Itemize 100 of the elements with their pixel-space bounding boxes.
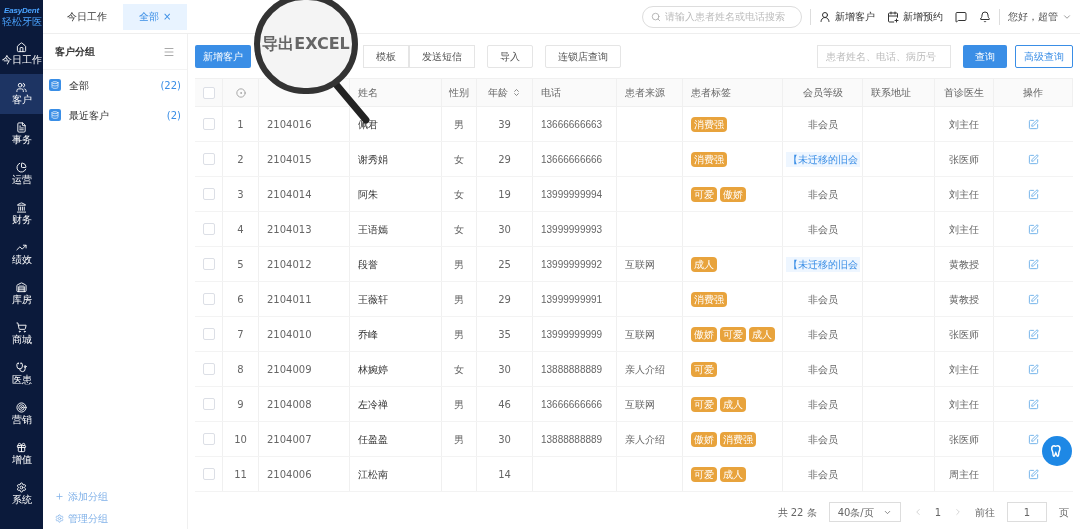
table-cell: 任盈盈 bbox=[350, 422, 442, 456]
toolbar-button[interactable]: 模板 bbox=[363, 44, 409, 68]
checkbox[interactable] bbox=[202, 398, 215, 410]
nav-item[interactable]: 商城 bbox=[0, 314, 43, 354]
edit-icon[interactable] bbox=[1028, 293, 1039, 305]
advanced-query-button[interactable]: 高级查询 bbox=[1015, 44, 1073, 68]
table-cell: 13999999992 bbox=[533, 247, 617, 281]
edit-icon[interactable] bbox=[1028, 118, 1039, 130]
table-cell: 6 bbox=[223, 282, 259, 316]
search-icon bbox=[651, 11, 661, 22]
table-cell: 阿朱 bbox=[350, 177, 442, 211]
tag: 可爱 bbox=[691, 396, 717, 412]
edit-icon[interactable] bbox=[1028, 398, 1039, 410]
edit-icon[interactable] bbox=[1028, 153, 1039, 165]
edit-icon[interactable] bbox=[1028, 258, 1039, 270]
database-icon bbox=[49, 79, 61, 91]
nav-icon bbox=[16, 121, 27, 133]
sort-icon[interactable] bbox=[512, 88, 521, 97]
nav-item[interactable]: 今日工作 bbox=[0, 34, 43, 74]
table-cell: 张医师 bbox=[935, 422, 994, 456]
tag: 消费强 bbox=[691, 291, 727, 307]
table-cell: 王薇轩 bbox=[350, 282, 442, 316]
goto-field[interactable]: 1 bbox=[1007, 502, 1047, 522]
nav-icon bbox=[16, 441, 27, 453]
checkbox[interactable] bbox=[202, 153, 215, 165]
edit-icon[interactable] bbox=[1028, 328, 1039, 340]
checkbox[interactable] bbox=[202, 86, 215, 99]
edit-icon[interactable] bbox=[1028, 188, 1039, 200]
current-page[interactable]: 1 bbox=[934, 504, 941, 520]
table-cell: 13999999994 bbox=[533, 177, 617, 211]
nav-icon bbox=[16, 81, 27, 93]
table-cell: 25 bbox=[477, 247, 533, 281]
table-cell: 13999999999 bbox=[533, 317, 617, 351]
table-cell: 13888888889 bbox=[533, 422, 617, 456]
user-greeting[interactable]: 您好，超管 bbox=[1008, 9, 1058, 24]
nav-item[interactable]: 医患 bbox=[0, 354, 43, 394]
total-count: 共 22 条 bbox=[777, 505, 817, 520]
tag: 可爱 bbox=[691, 186, 717, 202]
checkbox[interactable] bbox=[202, 223, 215, 235]
edit-icon[interactable] bbox=[1028, 223, 1039, 235]
tag: 成人 bbox=[720, 466, 746, 482]
checkbox[interactable] bbox=[202, 468, 215, 480]
checkbox[interactable] bbox=[202, 118, 215, 130]
nav-item[interactable]: 营销 bbox=[0, 394, 43, 434]
nav-item[interactable]: 系统 bbox=[0, 474, 43, 514]
table-cell: 女 bbox=[442, 142, 477, 176]
edit-icon[interactable] bbox=[1028, 433, 1039, 445]
group-item[interactable]: 最近客户 (2) bbox=[43, 100, 187, 130]
table-cell: 刘主任 bbox=[935, 352, 994, 386]
checkbox[interactable] bbox=[202, 433, 215, 445]
nav-icon bbox=[16, 201, 27, 213]
table-cell: 19 bbox=[477, 177, 533, 211]
table-cell: 段誉 bbox=[350, 247, 442, 281]
header-action[interactable]: 新增预约 bbox=[887, 9, 943, 24]
table-cell: 女 bbox=[442, 352, 477, 386]
nav-item[interactable]: 客户 bbox=[0, 74, 43, 114]
nav-item[interactable]: 库房 bbox=[0, 274, 43, 314]
nav-icon bbox=[16, 281, 27, 293]
checkbox[interactable] bbox=[202, 188, 215, 200]
checkbox[interactable] bbox=[202, 328, 215, 340]
nav-item[interactable]: 运营 bbox=[0, 154, 43, 194]
table-cell: 2104011 bbox=[259, 282, 350, 316]
nav-item[interactable]: 事务 bbox=[0, 114, 43, 154]
tooth-fab[interactable] bbox=[1042, 436, 1072, 466]
table-cell: 4 bbox=[223, 212, 259, 246]
table-cell: 张医师 bbox=[935, 142, 994, 176]
next-icon[interactable] bbox=[953, 507, 963, 517]
import-button[interactable]: 导入 bbox=[487, 44, 533, 68]
nav-item[interactable]: 绩效 bbox=[0, 234, 43, 274]
tag: 成人 bbox=[749, 326, 775, 342]
tag: 可爱 bbox=[691, 466, 717, 482]
checkbox[interactable] bbox=[202, 363, 215, 375]
table-cell: 男 bbox=[442, 387, 477, 421]
table-cell: 刘主任 bbox=[935, 177, 994, 211]
table-cell: 非会员 bbox=[783, 387, 863, 421]
group-item[interactable]: 全部 (22) bbox=[43, 70, 187, 100]
tooth-icon bbox=[1050, 444, 1064, 458]
menu-icon[interactable] bbox=[163, 45, 175, 58]
header-action[interactable]: 新增客户 bbox=[819, 9, 875, 24]
table-cell: 黄教授 bbox=[935, 282, 994, 316]
table-cell: 2104007 bbox=[259, 422, 350, 456]
logo-brand: EasyDent bbox=[4, 7, 39, 15]
table-cell: 46 bbox=[477, 387, 533, 421]
tab[interactable]: 今日工作 bbox=[51, 3, 123, 30]
chain-query-button[interactable]: 连锁店查询 bbox=[545, 44, 621, 68]
nav-item[interactable]: 财务 bbox=[0, 194, 43, 234]
table-cell: 2 bbox=[223, 142, 259, 176]
checkbox[interactable] bbox=[202, 293, 215, 305]
nav-item[interactable]: 增值 bbox=[0, 434, 43, 474]
page-size-select[interactable]: 40条/页 bbox=[828, 502, 901, 522]
toolbar-button[interactable]: 发送短信 bbox=[409, 44, 475, 68]
tag: 傲娇 bbox=[691, 431, 717, 447]
bell-icon[interactable] bbox=[979, 10, 991, 23]
checkbox[interactable] bbox=[202, 258, 215, 270]
table-cell: 35 bbox=[477, 317, 533, 351]
table-cell: 男 bbox=[442, 282, 477, 316]
edit-icon[interactable] bbox=[1028, 468, 1039, 480]
message-icon[interactable] bbox=[955, 10, 967, 23]
edit-icon[interactable] bbox=[1028, 363, 1039, 375]
person-icon bbox=[819, 10, 831, 23]
